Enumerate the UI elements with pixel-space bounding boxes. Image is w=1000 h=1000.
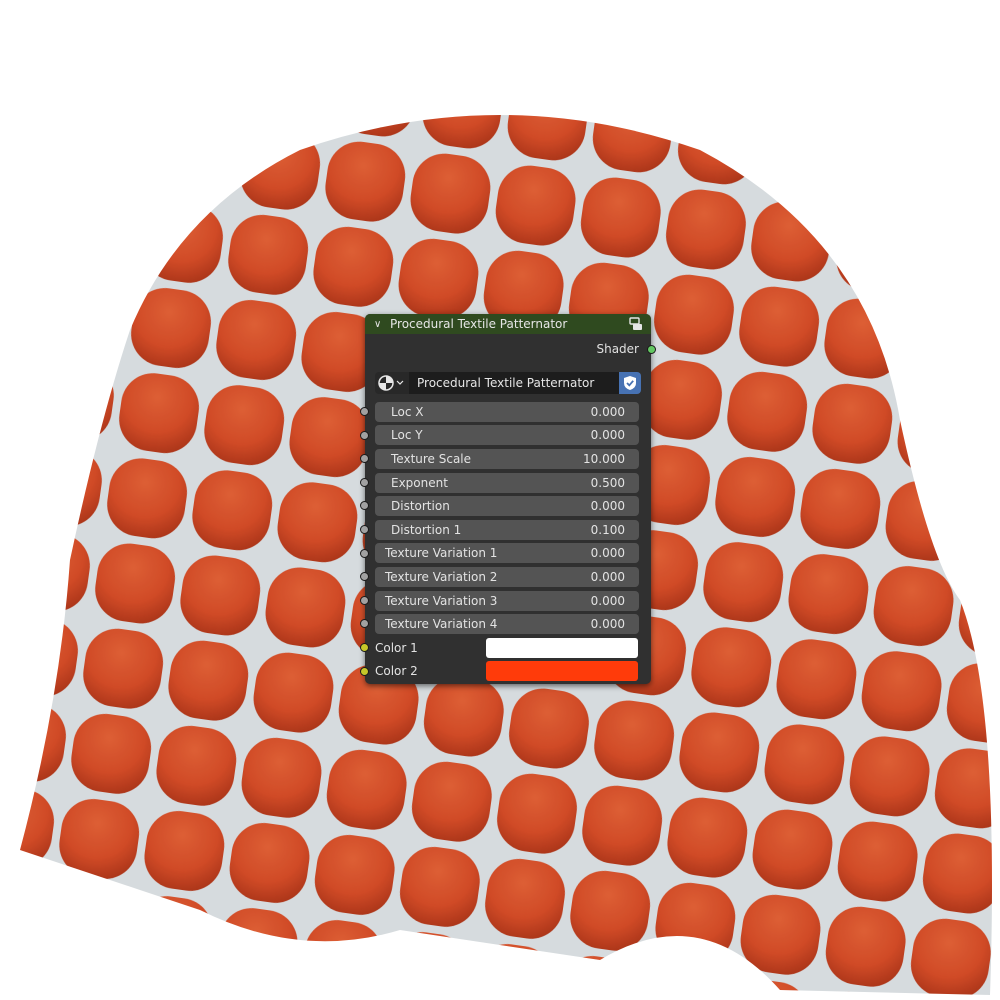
- output-shader-row: Shader: [365, 334, 656, 364]
- field-row-loc-y: Loc Y 0.000: [360, 424, 651, 448]
- color-2-row: Color 2: [360, 660, 651, 684]
- texture-variation-2-field[interactable]: Texture Variation 2 0.000: [375, 566, 639, 587]
- input-fields: Loc X 0.000 Loc Y 0.000 Texture Scale 10…: [360, 400, 651, 684]
- input-socket[interactable]: [360, 501, 369, 511]
- input-socket[interactable]: [360, 477, 369, 487]
- loc-y-field[interactable]: Loc Y 0.000: [375, 425, 639, 446]
- node-group-panel[interactable]: ∨ Procedural Textile Patternator Shader …: [360, 314, 656, 684]
- field-row-texture-variation-2: Texture Variation 2 0.000: [360, 565, 651, 589]
- texture-variation-1-field[interactable]: Texture Variation 1 0.000: [375, 543, 639, 564]
- shader-output-socket[interactable]: [647, 345, 656, 354]
- color-2-label: Color 2: [375, 664, 418, 679]
- node-title: Procedural Textile Patternator: [390, 317, 568, 331]
- color-1-row: Color 1: [360, 636, 651, 660]
- input-socket[interactable]: [360, 407, 369, 416]
- node-header[interactable]: ∨ Procedural Textile Patternator: [365, 314, 651, 334]
- color-input-socket[interactable]: [360, 642, 369, 652]
- input-socket[interactable]: [360, 524, 369, 534]
- color-1-swatch[interactable]: [486, 637, 638, 658]
- field-row-texture-variation-1: Texture Variation 1 0.000: [360, 542, 651, 566]
- field-row-texture-variation-4: Texture Variation 4 0.000: [360, 612, 651, 636]
- input-socket[interactable]: [360, 572, 369, 582]
- fake-user-button[interactable]: [619, 372, 641, 394]
- input-socket[interactable]: [360, 430, 369, 440]
- node-group-selector: Procedural Textile Patternator: [375, 370, 641, 396]
- input-socket[interactable]: [360, 619, 369, 629]
- texture-variation-3-field[interactable]: Texture Variation 3 0.000: [375, 590, 639, 611]
- texture-variation-4-field[interactable]: Texture Variation 4 0.000: [375, 614, 639, 635]
- input-socket[interactable]: [360, 454, 369, 464]
- field-row-distortion-1: Distortion 1 0.100: [360, 518, 651, 542]
- group-name-field[interactable]: Procedural Textile Patternator: [409, 372, 619, 394]
- texture-scale-field[interactable]: Texture Scale 10.000: [375, 448, 639, 469]
- node-tree-icon: [378, 375, 404, 391]
- input-socket[interactable]: [360, 595, 369, 605]
- exponent-field[interactable]: Exponent 0.500: [375, 472, 639, 493]
- color-1-label: Color 1: [375, 640, 418, 655]
- browse-group-button[interactable]: [375, 372, 409, 394]
- output-shader-label: Shader: [596, 342, 639, 356]
- node-group-icon[interactable]: [629, 317, 643, 331]
- loc-x-field[interactable]: Loc X 0.000: [375, 401, 639, 422]
- field-row-loc-x: Loc X 0.000: [360, 400, 651, 424]
- collapse-chevron-icon[interactable]: ∨: [374, 319, 384, 330]
- field-row-distortion: Distortion 0.000: [360, 494, 651, 518]
- distortion-field[interactable]: Distortion 0.000: [375, 496, 639, 517]
- field-row-exponent: Exponent 0.500: [360, 471, 651, 495]
- color-input-socket[interactable]: [360, 666, 369, 676]
- distortion-1-field[interactable]: Distortion 1 0.100: [375, 519, 639, 540]
- color-2-swatch[interactable]: [486, 661, 638, 682]
- input-socket[interactable]: [360, 548, 369, 558]
- shield-check-icon: [624, 376, 636, 390]
- field-row-texture-variation-3: Texture Variation 3 0.000: [360, 589, 651, 613]
- field-row-texture-scale: Texture Scale 10.000: [360, 447, 651, 471]
